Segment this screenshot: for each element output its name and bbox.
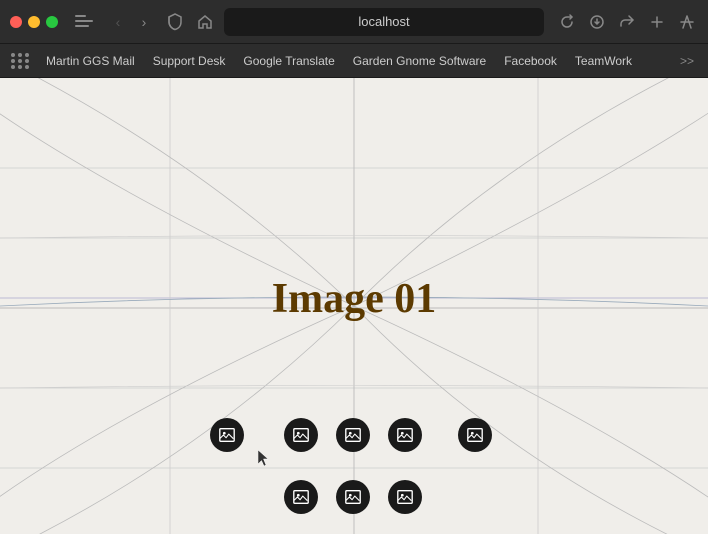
bookmark-support-desk[interactable]: Support Desk xyxy=(145,50,234,72)
maximize-button[interactable] xyxy=(46,16,58,28)
minimize-button[interactable] xyxy=(28,16,40,28)
extensions-button[interactable] xyxy=(676,11,698,33)
bookmark-garden-gnome[interactable]: Garden Gnome Software xyxy=(345,50,494,72)
traffic-lights xyxy=(10,16,58,28)
image-icon-btn-7[interactable] xyxy=(336,480,370,514)
address-bar[interactable]: localhost xyxy=(224,8,544,36)
titlebar: ‹ › localhost xyxy=(0,0,708,44)
bookmark-google-translate[interactable]: Google Translate xyxy=(235,50,342,72)
image-icon-btn-2[interactable] xyxy=(284,418,318,452)
shield-icon xyxy=(164,11,186,33)
image-icon-btn-6[interactable] xyxy=(284,480,318,514)
new-tab-button[interactable] xyxy=(646,11,668,33)
bookmark-facebook[interactable]: Facebook xyxy=(496,50,565,72)
image-icon-btn-3[interactable] xyxy=(336,418,370,452)
bookmark-teamwork[interactable]: TeamWork xyxy=(567,50,640,72)
apps-button[interactable] xyxy=(8,49,32,73)
image-icon-btn-1[interactable] xyxy=(210,418,244,452)
sidebar-toggle-button[interactable] xyxy=(74,12,94,32)
back-button[interactable]: ‹ xyxy=(106,10,130,34)
close-button[interactable] xyxy=(10,16,22,28)
bookmarks-more-button[interactable]: >> xyxy=(674,50,700,72)
home-button[interactable] xyxy=(194,11,216,33)
image-icon-btn-8[interactable] xyxy=(388,480,422,514)
page-title: Image 01 xyxy=(272,275,436,323)
url-text: localhost xyxy=(358,14,409,29)
image-icon-btn-5[interactable] xyxy=(458,418,492,452)
refresh-button[interactable] xyxy=(556,11,578,33)
image-icon-btn-4[interactable] xyxy=(388,418,422,452)
download-button[interactable] xyxy=(586,11,608,33)
forward-button[interactable]: › xyxy=(132,10,156,34)
share-button[interactable] xyxy=(616,11,638,33)
bookmark-martin-ggs-mail[interactable]: Martin GGS Mail xyxy=(38,50,143,72)
nav-arrows: ‹ › xyxy=(106,10,156,34)
browser-content: Image 01 xyxy=(0,78,708,534)
titlebar-right-icons xyxy=(556,11,698,33)
bookmarks-bar: Martin GGS Mail Support Desk Google Tran… xyxy=(0,44,708,78)
